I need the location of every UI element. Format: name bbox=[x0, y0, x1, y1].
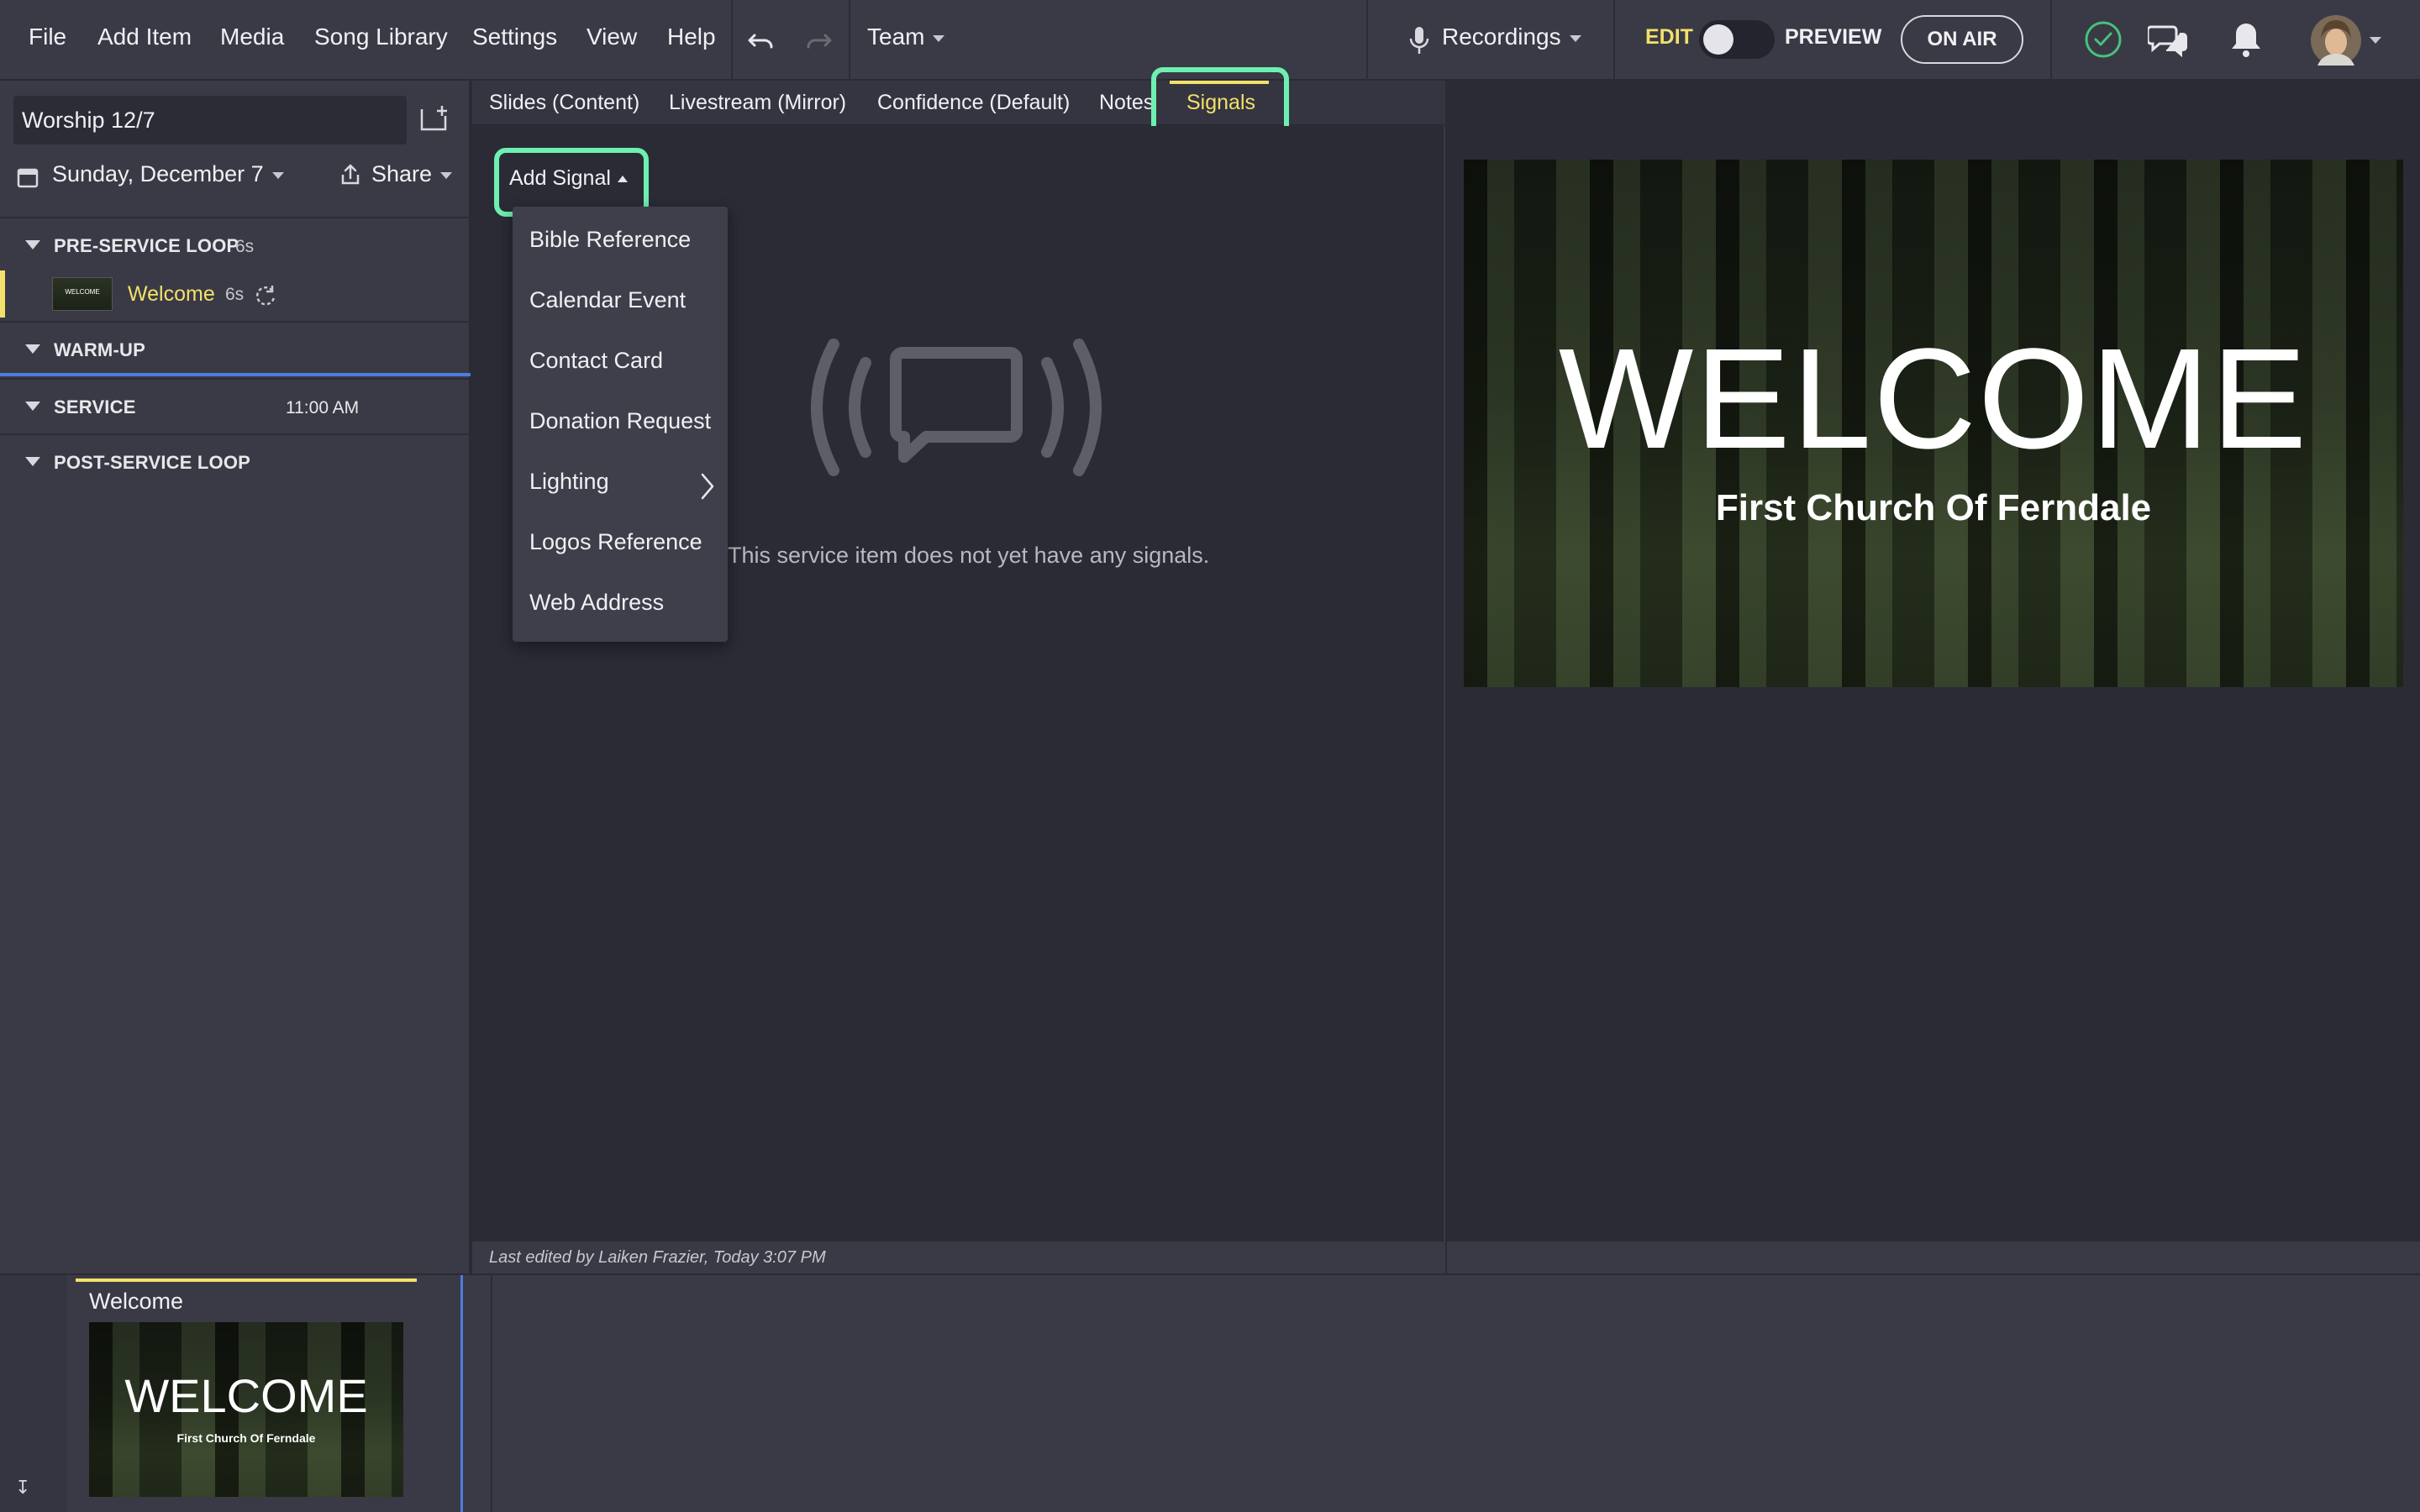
active-slide-indicator bbox=[76, 1278, 417, 1282]
menu-add-item[interactable]: Add Item bbox=[97, 24, 192, 50]
chevron-right-icon bbox=[701, 473, 714, 500]
last-edited-text: Last edited by Laiken Frazier, Today 3:0… bbox=[489, 1248, 826, 1267]
plan-name-field[interactable]: Worship 12/7 bbox=[13, 96, 407, 144]
undo-icon[interactable] bbox=[746, 25, 776, 55]
slide-filmstrip: ↧ Welcome WELCOME First Church Of Fernda… bbox=[0, 1273, 2420, 1512]
loop-icon bbox=[255, 286, 276, 306]
tab-notes[interactable]: Notes bbox=[1099, 91, 1154, 115]
tab-slides-content[interactable]: Slides (Content) bbox=[489, 91, 639, 115]
section-name: PRE-SERVICE LOOP bbox=[54, 235, 239, 256]
output-tabs: Slides (Content) Livestream (Mirror) Con… bbox=[472, 81, 1445, 126]
new-plan-icon[interactable] bbox=[420, 104, 450, 131]
menu-help[interactable]: Help bbox=[667, 24, 716, 50]
collapse-triangle-icon[interactable] bbox=[25, 344, 40, 354]
check-circle-icon[interactable] bbox=[2084, 20, 2123, 59]
filmstrip-empty-area bbox=[492, 1275, 2420, 1512]
microphone-icon bbox=[1409, 27, 1429, 54]
drop-indicator bbox=[0, 373, 471, 376]
menu-item-logos-reference[interactable]: Logos Reference bbox=[529, 529, 702, 555]
item-title: Welcome bbox=[128, 282, 215, 306]
menu-file[interactable]: File bbox=[29, 24, 66, 50]
section-name: POST-SERVICE LOOP bbox=[54, 452, 251, 473]
calendar-icon bbox=[17, 168, 39, 188]
edit-preview-toggle[interactable] bbox=[1699, 20, 1775, 59]
on-air-button[interactable]: ON AIR bbox=[1901, 15, 2023, 64]
menu-media[interactable]: Media bbox=[220, 24, 284, 50]
chevron-down-icon bbox=[440, 171, 453, 179]
section-warm-up[interactable]: WARM-UP bbox=[0, 321, 471, 376]
recordings-dropdown[interactable]: Recordings bbox=[1442, 24, 1581, 50]
signal-broadcast-icon bbox=[811, 339, 1102, 476]
avatar[interactable] bbox=[2309, 13, 2363, 67]
empty-signals-message: This service item does not yet have any … bbox=[728, 543, 1210, 568]
share-icon bbox=[341, 164, 360, 185]
edit-mode-label: EDIT bbox=[1645, 25, 1693, 49]
preview-status-bar bbox=[1447, 1242, 2420, 1273]
chevron-down-icon bbox=[1569, 34, 1581, 42]
preview-slide-title: WELCOME bbox=[1558, 319, 2309, 479]
menu-item-bible-reference[interactable]: Bible Reference bbox=[529, 227, 691, 253]
toggle-knob bbox=[1703, 24, 1733, 55]
menu-item-calendar-event[interactable]: Calendar Event bbox=[529, 287, 686, 313]
status-bar: Last edited by Laiken Frazier, Today 3:0… bbox=[472, 1242, 1445, 1273]
thumbnail-subtitle: First Church Of Ferndale bbox=[176, 1431, 316, 1445]
section-time: 11:00 AM bbox=[286, 398, 360, 417]
active-item-indicator bbox=[0, 270, 5, 318]
section-name: SERVICE bbox=[54, 396, 136, 417]
collapse-triangle-icon[interactable] bbox=[25, 457, 40, 466]
preview-slide-subtitle: First Church Of Ferndale bbox=[1715, 487, 2152, 528]
section-post-service-loop[interactable]: POST-SERVICE LOOP bbox=[0, 433, 471, 489]
menu-view[interactable]: View bbox=[587, 24, 637, 50]
chevron-down-icon bbox=[271, 171, 284, 179]
thumbnail-text: WELCOME bbox=[65, 288, 100, 296]
menu-settings[interactable]: Settings bbox=[472, 24, 557, 50]
menu-song-library[interactable]: Song Library bbox=[314, 24, 448, 50]
menu-divider bbox=[731, 0, 733, 81]
chevron-down-icon[interactable] bbox=[2370, 37, 2381, 44]
menu-divider bbox=[2050, 0, 2052, 81]
item-thumbnail: WELCOME bbox=[52, 277, 113, 311]
menu-divider bbox=[849, 0, 850, 81]
recordings-label: Recordings bbox=[1442, 24, 1561, 50]
menu-divider bbox=[1366, 0, 1368, 81]
menu-item-contact-card[interactable]: Contact Card bbox=[529, 348, 663, 374]
item-duration: 6s bbox=[225, 285, 245, 304]
menu-divider bbox=[1613, 0, 1615, 81]
preview-mode-label: PREVIEW bbox=[1785, 25, 1882, 49]
bell-icon[interactable] bbox=[2230, 20, 2262, 59]
section-name: WARM-UP bbox=[54, 339, 145, 360]
team-label: Team bbox=[867, 24, 925, 50]
list-item-welcome[interactable]: WELCOME Welcome 6s bbox=[0, 270, 471, 318]
slide-card-thumbnail[interactable]: WELCOME First Church Of Ferndale bbox=[89, 1322, 403, 1497]
expand-chevron-icon[interactable]: ↧ bbox=[15, 1477, 30, 1499]
add-signal-menu: Bible Reference Calendar Event Contact C… bbox=[513, 207, 728, 642]
preview-header bbox=[1447, 81, 2420, 126]
insertion-marker bbox=[460, 1275, 463, 1512]
section-service[interactable]: SERVICE 11:00 AM bbox=[0, 378, 471, 433]
share-label: Share bbox=[371, 161, 433, 186]
slide-card-label: Welcome bbox=[89, 1289, 184, 1314]
team-dropdown[interactable]: Team bbox=[867, 24, 945, 50]
section-pre-service-loop[interactable]: PRE-SERVICE LOOP 6s bbox=[0, 217, 471, 272]
menu-item-donation-request[interactable]: Donation Request bbox=[529, 408, 711, 434]
tab-livestream-mirror[interactable]: Livestream (Mirror) bbox=[669, 91, 846, 115]
chat-icon[interactable] bbox=[2148, 22, 2188, 59]
date-label: Sunday, December 7 bbox=[52, 161, 264, 186]
collapse-triangle-icon[interactable] bbox=[25, 240, 40, 249]
collapse-triangle-icon[interactable] bbox=[25, 402, 40, 411]
slide-preview[interactable]: WELCOME First Church Of Ferndale bbox=[1464, 160, 2403, 687]
menu-item-lighting[interactable]: Lighting bbox=[529, 469, 609, 495]
thumbnail-title: WELCOME bbox=[124, 1369, 368, 1422]
tab-confidence-default[interactable]: Confidence (Default) bbox=[877, 91, 1070, 115]
chevron-down-icon bbox=[933, 34, 945, 42]
filmstrip-gutter: ↧ bbox=[0, 1275, 67, 1512]
section-duration: 6s bbox=[235, 237, 255, 256]
redo-icon[interactable] bbox=[803, 25, 834, 55]
menu-item-web-address[interactable]: Web Address bbox=[529, 590, 664, 616]
